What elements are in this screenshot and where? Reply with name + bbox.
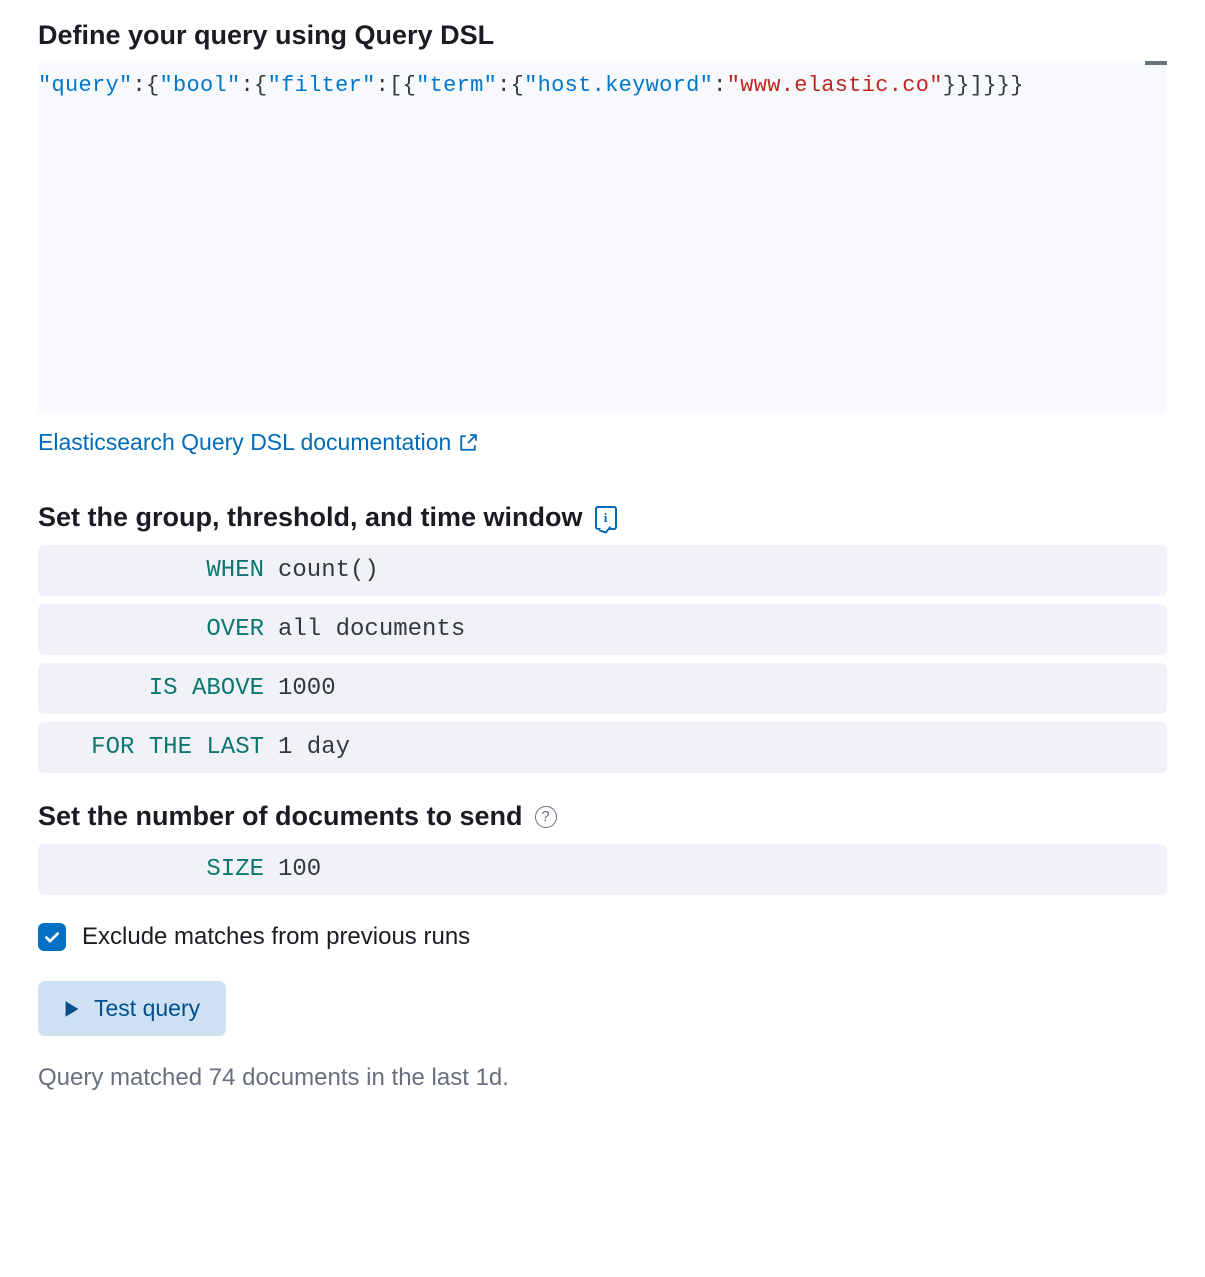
threshold-row[interactable]: OVER all documents: [38, 604, 1167, 655]
size-row-label: SIZE: [54, 856, 264, 883]
threshold-row-label: FOR THE LAST: [54, 734, 264, 761]
group-threshold-title-text: Set the group, threshold, and time windo…: [38, 502, 583, 533]
threshold-row[interactable]: WHEN count(): [38, 545, 1167, 596]
threshold-row-label: WHEN: [54, 557, 264, 584]
question-circle-icon[interactable]: ?: [535, 806, 557, 828]
query-result-text: Query matched 74 documents in the last 1…: [38, 1064, 1167, 1092]
size-row[interactable]: SIZE 100: [38, 844, 1167, 895]
exclude-checkbox[interactable]: [38, 923, 66, 951]
query-dsl-title-text: Define your query using Query DSL: [38, 20, 494, 51]
threshold-row-label: IS ABOVE: [54, 675, 264, 702]
test-query-button[interactable]: Test query: [38, 981, 226, 1036]
size-row-value: 100: [278, 856, 321, 883]
query-code-editor[interactable]: "query":{"bool":{"filter":[{"term":{"hos…: [38, 63, 1167, 413]
size-title-text: Set the number of documents to send: [38, 801, 523, 832]
query-dsl-title: Define your query using Query DSL: [38, 20, 1167, 51]
query-dsl-doc-link[interactable]: Elasticsearch Query DSL documentation: [38, 429, 477, 456]
threshold-row[interactable]: FOR THE LAST 1 day: [38, 722, 1167, 773]
exclude-checkbox-row[interactable]: Exclude matches from previous runs: [38, 923, 1167, 951]
doc-link-label: Elasticsearch Query DSL documentation: [38, 429, 451, 456]
threshold-row-value: 1 day: [278, 734, 350, 761]
threshold-row[interactable]: IS ABOVE 1000: [38, 663, 1167, 714]
threshold-row-value: 1000: [278, 675, 336, 702]
threshold-row-label: OVER: [54, 616, 264, 643]
group-threshold-title: Set the group, threshold, and time windo…: [38, 502, 1167, 533]
test-query-label: Test query: [94, 995, 200, 1022]
size-title: Set the number of documents to send ?: [38, 801, 1167, 832]
exclude-checkbox-label: Exclude matches from previous runs: [82, 923, 470, 951]
code-editor-container: "query":{"bool":{"filter":[{"term":{"hos…: [38, 63, 1167, 413]
info-book-icon[interactable]: i: [595, 506, 617, 530]
threshold-row-value: all documents: [278, 616, 465, 643]
threshold-row-value: count(): [278, 557, 379, 584]
check-icon: [43, 928, 61, 946]
play-icon: [64, 1000, 80, 1018]
threshold-expression-rows: WHEN count() OVER all documents IS ABOVE 1000…: [38, 545, 1167, 773]
size-expression-rows: SIZE 100: [38, 844, 1167, 895]
collapse-handle-icon[interactable]: [1145, 61, 1167, 65]
external-link-icon: [459, 434, 477, 452]
